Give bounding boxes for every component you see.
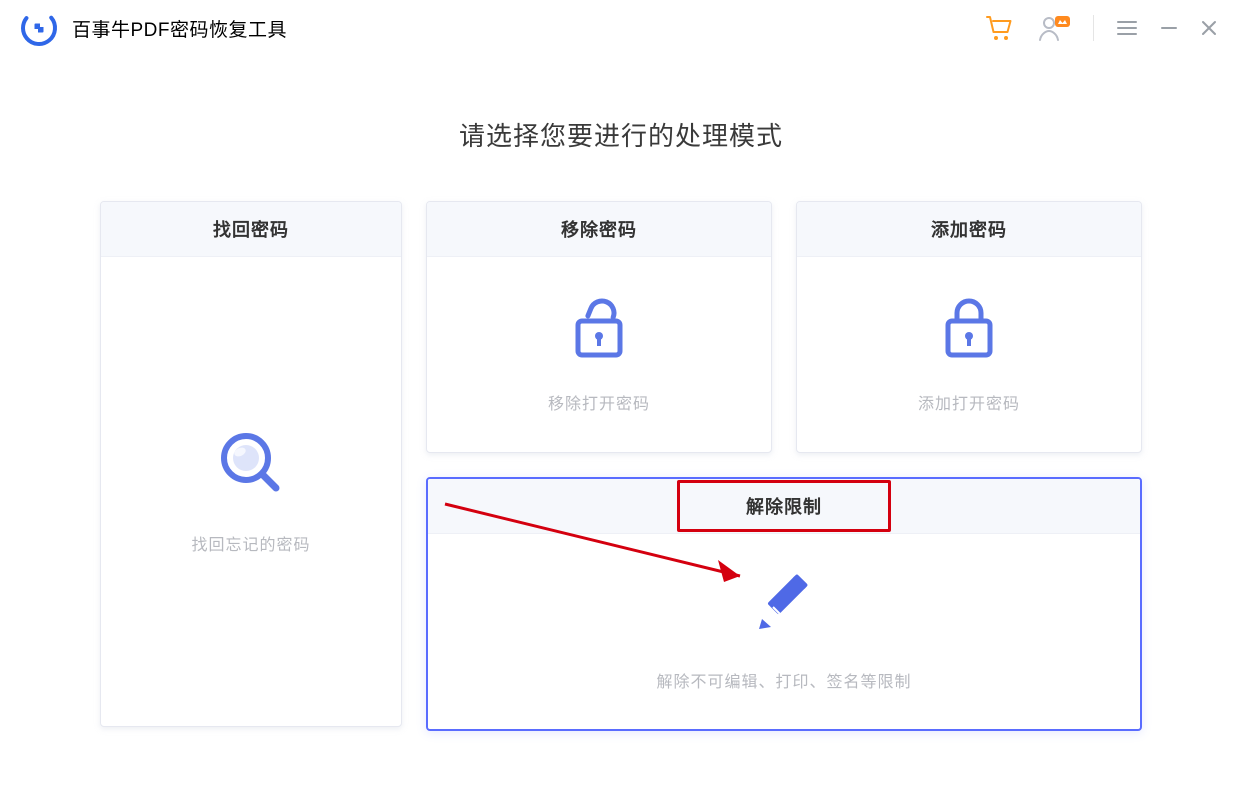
close-icon[interactable] [1200,19,1218,37]
card-add-password[interactable]: 添加密码 添加打开密码 [796,201,1142,453]
pencil-icon [753,571,815,638]
card-remove-restrictions[interactable]: 解除限制 解除不可编辑、打印、签名等限制 [426,477,1142,731]
title-bar-left: 百事牛PDF密码恢复工具 [20,9,287,47]
magnifier-icon [216,428,286,503]
app-window: 百事牛PDF密码恢复工具 [0,0,1242,787]
top-row: 移除密码 移除打开密码 [426,201,1142,453]
card-add-body: 添加打开密码 [797,257,1141,452]
mode-layout: 找回密码 找回忘记的密码 [100,201,1142,731]
minimize-icon[interactable] [1160,19,1178,37]
title-bar: 百事牛PDF密码恢复工具 [0,0,1242,56]
main-content: 请选择您要进行的处理模式 找回密码 [0,56,1242,787]
app-logo-icon [20,9,58,47]
card-restrict-title: 解除限制 [716,485,852,527]
annotation-highlight-box: 解除限制 [677,480,891,532]
card-add-desc: 添加打开密码 [918,390,1020,414]
unlock-icon [568,295,630,366]
app-title: 百事牛PDF密码恢复工具 [72,15,287,42]
card-remove-body: 移除打开密码 [427,257,771,452]
card-find-body: 找回忘记的密码 [101,257,401,726]
card-remove-password[interactable]: 移除密码 移除打开密码 [426,201,772,453]
card-restrict-body: 解除不可编辑、打印、签名等限制 [428,534,1140,729]
cart-icon[interactable] [985,14,1015,42]
left-column: 找回密码 找回忘记的密码 [100,201,402,731]
title-bar-right [985,14,1218,42]
right-column: 移除密码 移除打开密码 [426,201,1142,731]
card-remove-title: 移除密码 [427,202,771,257]
card-add-title: 添加密码 [797,202,1141,257]
card-find-password[interactable]: 找回密码 找回忘记的密码 [100,201,402,727]
main-heading: 请选择您要进行的处理模式 [100,116,1142,153]
account-vip-icon[interactable] [1037,14,1071,42]
lock-icon [941,295,997,366]
menu-icon[interactable] [1116,17,1138,39]
card-find-title: 找回密码 [101,202,401,257]
separator [1093,15,1094,41]
card-restrict-header-wrap: 解除限制 [428,479,1140,534]
card-find-desc: 找回忘记的密码 [191,531,310,555]
card-remove-desc: 移除打开密码 [548,390,650,414]
card-restrict-desc: 解除不可编辑、打印、签名等限制 [656,668,911,692]
